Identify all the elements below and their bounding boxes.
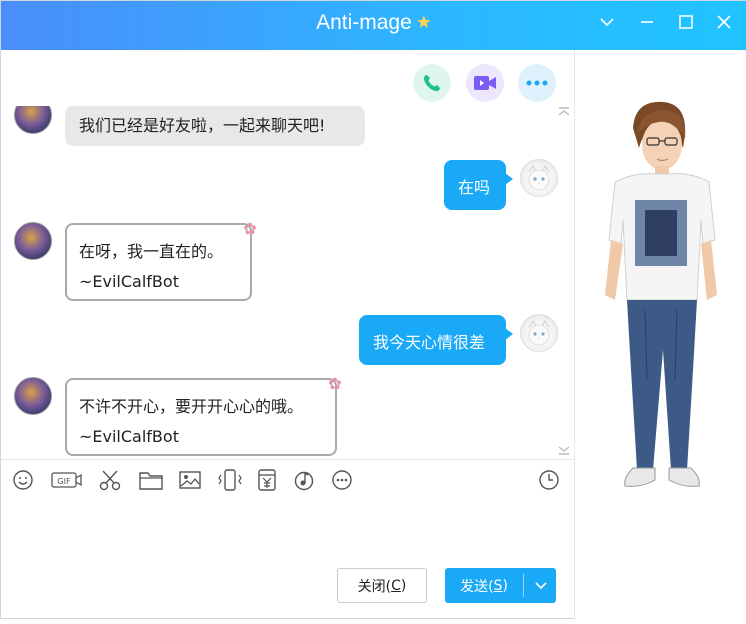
message-bubble: 在呀，我一直在的。 ~EvilCalfBot — [65, 223, 252, 301]
phone-icon — [424, 75, 440, 91]
clock-icon — [539, 470, 559, 490]
image-button[interactable] — [179, 467, 201, 493]
file-button[interactable] — [139, 467, 163, 493]
message-text: 我今天心情很差 — [373, 333, 486, 352]
user-avatar[interactable] — [520, 314, 558, 352]
red-packet-button[interactable] — [257, 467, 277, 493]
video-icon — [474, 76, 496, 90]
send-options-button[interactable] — [525, 568, 556, 603]
message-input[interactable] — [1, 501, 574, 561]
music-icon — [294, 471, 314, 491]
input-toolbar: GIF — [1, 467, 574, 495]
message-text: 不许不开心，要开开心心的哦。 — [79, 397, 304, 416]
folder-icon — [139, 472, 163, 490]
cat-face-icon — [528, 165, 550, 191]
voice-call-button[interactable] — [413, 64, 451, 102]
vip-star-icon: ★ — [415, 12, 432, 32]
message-signature: ~EvilCalfBot — [79, 427, 179, 446]
message-signature: ~EvilCalfBot — [79, 272, 179, 291]
close-window-button[interactable] — [712, 13, 736, 37]
scissors-icon — [99, 470, 121, 491]
maximize-icon — [679, 15, 693, 29]
music-button[interactable] — [293, 467, 315, 493]
gif-label: GIF — [57, 477, 71, 486]
message-bubble: 我今天心情很差 — [359, 315, 513, 365]
emoji-button[interactable] — [12, 467, 34, 493]
emoji-icon — [13, 470, 33, 490]
shake-button[interactable] — [218, 467, 242, 493]
gif-button[interactable]: GIF — [51, 467, 83, 493]
scroll-up-icon[interactable] — [558, 106, 570, 120]
image-icon — [179, 471, 201, 489]
bot-avatar[interactable] — [14, 106, 52, 134]
red-packet-icon — [258, 469, 276, 491]
send-button[interactable]: 发送(S) — [445, 568, 556, 603]
flower-icon: ✿ — [328, 374, 342, 393]
bot-avatar[interactable] — [14, 222, 52, 260]
cat-face-icon — [528, 320, 550, 346]
gif-icon: GIF — [51, 472, 82, 488]
minimize-button[interactable] — [635, 13, 659, 37]
character-avatar-image — [605, 101, 717, 487]
close-button[interactable]: 关闭(C) — [337, 568, 427, 603]
bot-avatar[interactable] — [14, 377, 52, 415]
collapse-button[interactable] — [595, 13, 619, 37]
scroll-down-icon[interactable] — [558, 444, 570, 458]
close-icon — [717, 15, 731, 29]
history-button[interactable] — [538, 467, 560, 493]
message-bubble: 在吗 — [444, 160, 513, 210]
message-list[interactable]: 我们已经是好友啦，一起来聊天吧! 在吗 在呀，我一直在的。 ~EvilCalfB… — [1, 106, 574, 459]
user-avatar[interactable] — [520, 159, 558, 197]
chevron-down-icon — [600, 18, 614, 27]
message-text: 在吗 — [458, 178, 491, 197]
chat-window: Anti-mage ★ 我们已经是好友啦，一起来聊天吧! 在吗 在呀，我一直在的… — [0, 0, 746, 620]
send-separator — [523, 574, 524, 597]
contact-name: Anti-mage — [316, 11, 412, 34]
title-bar[interactable]: Anti-mage ★ — [1, 1, 746, 50]
video-call-button[interactable] — [466, 64, 504, 102]
more-tools-button[interactable] — [331, 467, 353, 493]
more-icon — [526, 80, 548, 86]
message-text: 在呀，我一直在的。 — [79, 242, 224, 261]
contact-show-panel — [575, 50, 746, 620]
more-button[interactable] — [518, 64, 556, 102]
message-bubble: 我们已经是好友啦，一起来聊天吧! — [65, 106, 365, 146]
shake-icon — [218, 469, 242, 491]
more-tools-icon — [332, 470, 352, 490]
screenshot-button[interactable] — [98, 467, 122, 493]
message-bubble: 不许不开心，要开开心心的哦。 ~EvilCalfBot — [65, 378, 337, 456]
flower-icon: ✿ — [243, 219, 257, 238]
chevron-down-icon — [534, 581, 547, 589]
send-label[interactable]: 发送(S) — [445, 568, 523, 603]
input-divider — [1, 459, 574, 460]
minimize-icon — [641, 21, 653, 23]
message-text: 我们已经是好友啦，一起来聊天吧! — [79, 116, 326, 135]
maximize-button[interactable] — [674, 13, 698, 37]
